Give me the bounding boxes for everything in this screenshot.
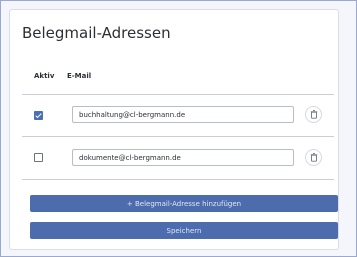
row-1-active-checkbox[interactable] bbox=[34, 111, 43, 120]
row-divider bbox=[22, 179, 334, 180]
row-1-email-input[interactable] bbox=[72, 106, 294, 123]
row-2-active-checkbox[interactable] bbox=[34, 153, 43, 162]
section-title: Belegmail-Adressen bbox=[22, 24, 171, 42]
save-button[interactable]: Speichern bbox=[30, 222, 338, 239]
belegmail-card: Belegmail-Adressen Aktiv E-Mail + bbox=[9, 9, 339, 250]
row-2-email-input[interactable] bbox=[72, 149, 294, 166]
window-frame: Belegmail-Adressen Aktiv E-Mail + bbox=[0, 0, 357, 257]
trash-icon bbox=[310, 153, 317, 162]
row-divider bbox=[22, 136, 334, 137]
add-address-button[interactable]: + Belegmail-Adresse hinzufügen bbox=[30, 195, 338, 212]
column-header-active: Aktiv bbox=[34, 72, 55, 80]
row-2-delete-button[interactable] bbox=[305, 149, 322, 166]
row-1-delete-button[interactable] bbox=[305, 106, 322, 123]
trash-icon bbox=[310, 110, 317, 119]
column-header-email: E-Mail bbox=[67, 72, 92, 80]
row-divider bbox=[22, 94, 334, 95]
